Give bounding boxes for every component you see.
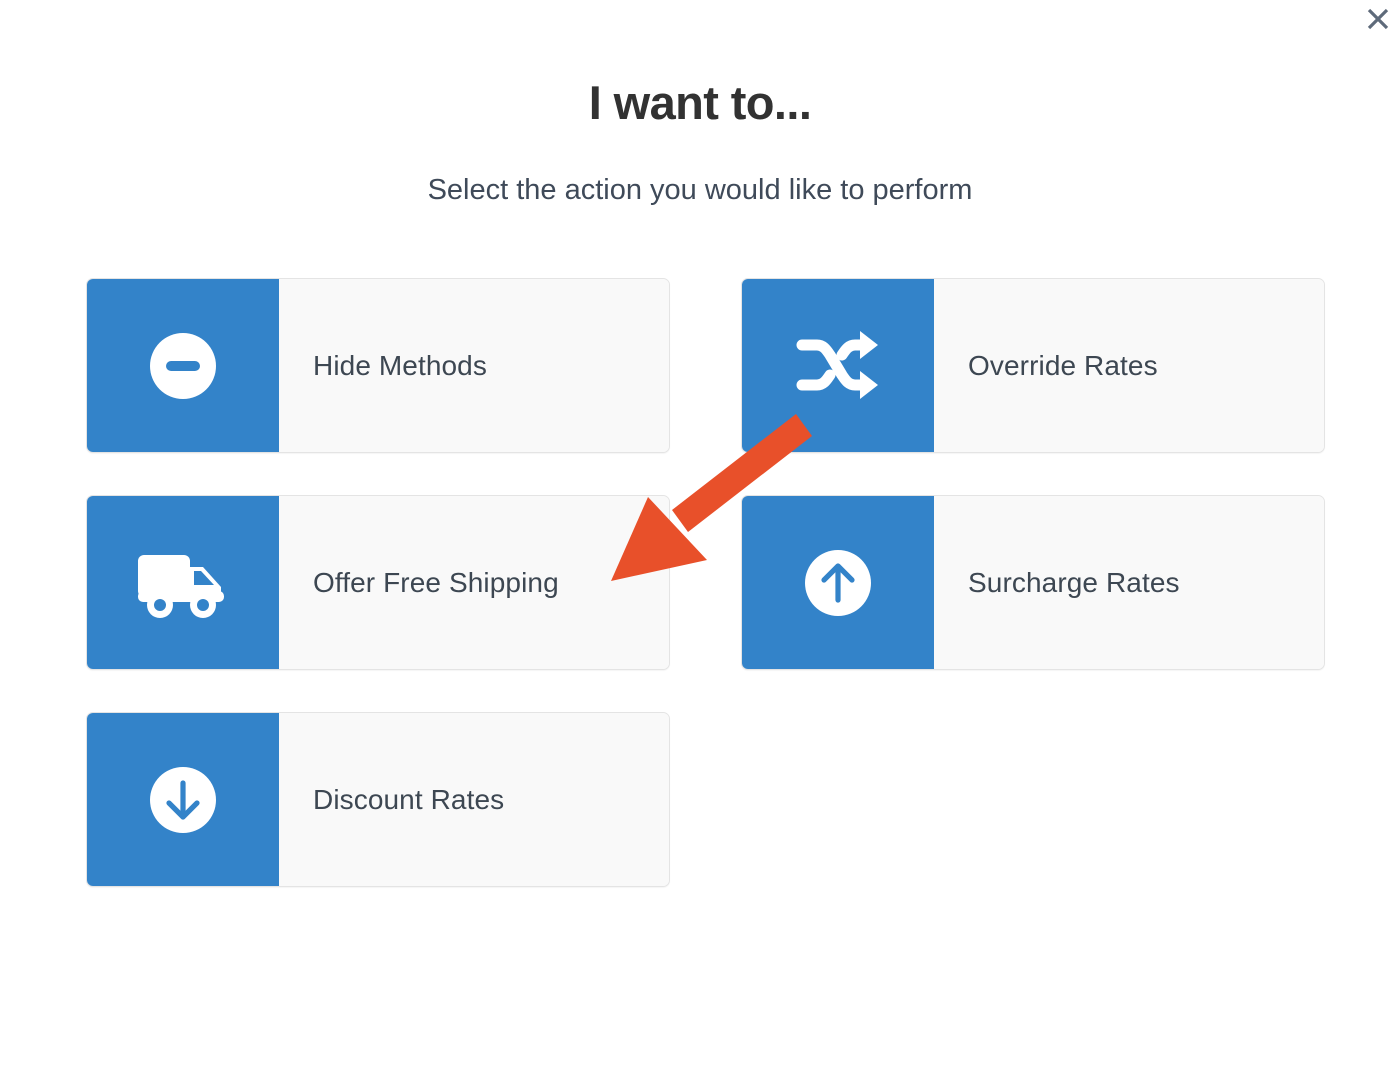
card-icon-panel xyxy=(742,279,934,452)
card-icon-panel xyxy=(87,713,279,886)
action-grid: Hide Methods Override Rates Offer Free S… xyxy=(86,278,1326,887)
action-card-override-rates[interactable]: Override Rates xyxy=(741,278,1325,453)
minus-circle-icon xyxy=(143,326,223,406)
card-icon-panel xyxy=(742,496,934,669)
card-icon-panel xyxy=(87,496,279,669)
page-subtitle: Select the action you would like to perf… xyxy=(427,174,973,206)
action-card-offer-free-shipping[interactable]: Offer Free Shipping xyxy=(86,495,670,670)
action-card-label: Override Rates xyxy=(934,279,1324,452)
action-card-label: Discount Rates xyxy=(279,713,669,886)
action-card-label: Hide Methods xyxy=(279,279,669,452)
close-icon xyxy=(1364,5,1392,33)
page-title: I want to... xyxy=(588,76,812,129)
action-card-label: Offer Free Shipping xyxy=(279,496,669,669)
close-button[interactable] xyxy=(1361,2,1395,36)
shuffle-icon xyxy=(796,328,880,404)
action-card-label: Surcharge Rates xyxy=(934,496,1324,669)
action-card-discount-rates[interactable]: Discount Rates xyxy=(86,712,670,887)
card-icon-panel xyxy=(87,279,279,452)
arrow-up-circle-icon xyxy=(798,543,878,623)
arrow-down-circle-icon xyxy=(143,760,223,840)
truck-icon xyxy=(135,543,231,623)
action-card-hide-methods[interactable]: Hide Methods xyxy=(86,278,670,453)
action-card-surcharge-rates[interactable]: Surcharge Rates xyxy=(741,495,1325,670)
